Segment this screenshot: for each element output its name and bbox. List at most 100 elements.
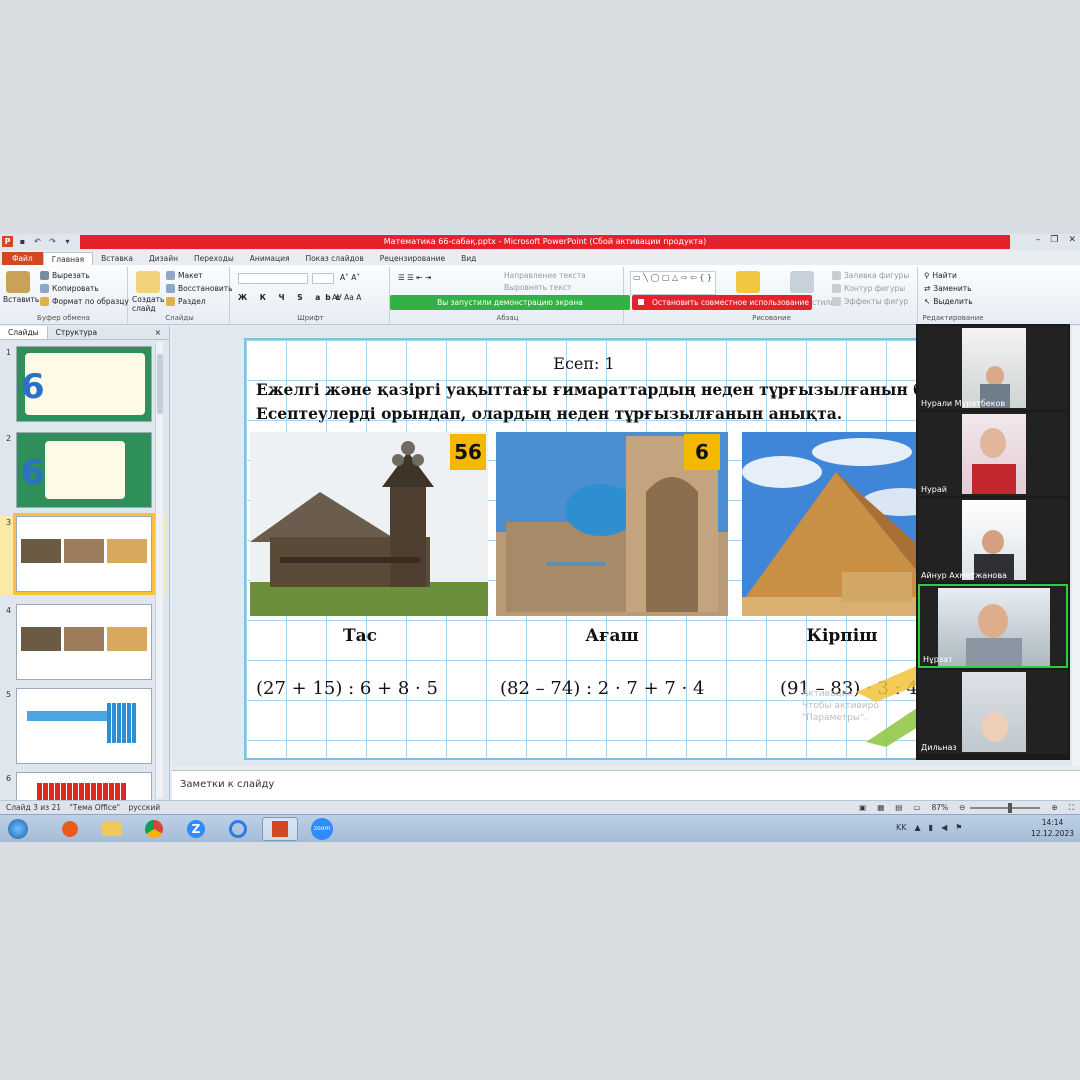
clock[interactable]: 14:14 12.12.2023 [1031, 817, 1074, 839]
tab-animation[interactable]: Анимация [242, 252, 298, 265]
tab-slides[interactable]: Слайды [0, 326, 48, 339]
notes-field[interactable]: Заметки к слайду [172, 770, 1080, 800]
thumbnail-image [16, 772, 152, 800]
customize-qat-icon[interactable]: ▾ [62, 236, 73, 247]
outline-icon [832, 284, 841, 293]
zoom-taskbar-icon[interactable]: Z [178, 817, 214, 841]
section-button[interactable]: Раздел [166, 297, 206, 306]
save-icon[interactable]: ▪ [17, 236, 28, 247]
sorter-view-icon[interactable]: ▦ [877, 801, 884, 814]
zoom-meeting-icon[interactable]: zoom [304, 817, 340, 841]
zoom-level[interactable]: 87% [931, 801, 948, 814]
clock-date: 12.12.2023 [1031, 829, 1074, 838]
participant-tile[interactable]: Нурали Мұратбеков [918, 326, 1068, 410]
tab-file[interactable]: Файл [2, 252, 43, 265]
participant-tile-active[interactable]: Нұрзат [918, 584, 1068, 668]
shapes-gallery[interactable]: ▭ ╲ ◯ ▢ △ ⇨ ⇦ { } [630, 271, 716, 295]
activation-watermark: Активация Чтобы активиро "Параметры". [802, 689, 879, 723]
fill-icon [832, 271, 841, 280]
select-button[interactable]: ↖ Выделить [924, 297, 973, 306]
shape-effects-button[interactable]: Эффекты фигур [832, 297, 908, 306]
tab-view[interactable]: Вид [453, 252, 484, 265]
slide-thumbnail-6[interactable]: 6 [0, 772, 165, 800]
tab-transitions[interactable]: Переходы [186, 252, 242, 265]
paragraph-group-label: Абзац [496, 314, 519, 322]
zoom-slider[interactable] [970, 802, 1041, 813]
font-size-select[interactable] [312, 273, 334, 284]
participant-tile[interactable]: Дильназ [918, 670, 1068, 754]
volume-icon[interactable]: ◀ [941, 823, 947, 832]
shape-fill-button[interactable]: Заливка фигуры [832, 271, 909, 280]
undo-icon[interactable]: ↶ [32, 236, 43, 247]
zoom-out-icon[interactable]: ⊖ [959, 801, 965, 814]
zoom-in-icon[interactable]: ⊕ [1051, 801, 1057, 814]
copy-button[interactable]: Копировать [40, 284, 99, 293]
tab-outline[interactable]: Структура [48, 326, 106, 339]
reading-view-icon[interactable]: ▤ [895, 801, 902, 814]
slideshow-view-icon[interactable]: ▭ [913, 801, 920, 814]
slide-thumbnail-2[interactable]: 2 6 [0, 432, 165, 512]
panel-scrollbar[interactable] [155, 342, 163, 798]
participant-tile[interactable]: Нурай [918, 412, 1068, 496]
start-button[interactable] [4, 817, 32, 841]
status-bar: Слайд 3 из 21 "Тема Office" русский ▣ ▦ … [0, 800, 1080, 814]
media-player-icon[interactable] [52, 817, 88, 841]
paste-button[interactable]: Вставить [3, 295, 39, 304]
thumbnail-image [16, 688, 152, 764]
slide-thumbnail-3[interactable]: 3 [0, 513, 165, 596]
paste-icon[interactable] [6, 271, 30, 293]
language[interactable]: русский [128, 803, 160, 812]
arrange-icon[interactable] [736, 271, 760, 293]
close-icon[interactable]: ✕ [1068, 235, 1076, 245]
chrome-icon[interactable] [136, 817, 172, 841]
tab-home[interactable]: Главная [42, 252, 94, 265]
font-color-icon[interactable]: AV Aa A [332, 293, 361, 302]
slide-scrollbar[interactable] [1072, 326, 1080, 766]
new-slide-icon[interactable] [136, 271, 160, 293]
cut-button[interactable]: Вырезать [40, 271, 90, 280]
slide-thumbnail-4[interactable]: 4 [0, 604, 165, 684]
quick-styles-icon[interactable] [790, 271, 814, 293]
ie-icon[interactable] [220, 817, 256, 841]
tray-up-icon[interactable]: ▲ [915, 823, 921, 832]
find-button[interactable]: ⚲ Найти [924, 271, 957, 280]
section-label: Раздел [178, 297, 206, 306]
explorer-icon[interactable] [94, 817, 130, 841]
reset-button[interactable]: Восстановить [166, 284, 233, 293]
powerpoint-icon[interactable]: P [2, 236, 13, 247]
current-slide[interactable]: Есеп: 1 Ежелгі және қазіргі уақыттағы ғи… [244, 338, 924, 760]
close-panel-icon[interactable]: × [147, 326, 169, 339]
text-direction-button[interactable]: Направление текста [504, 271, 586, 280]
grow-font-icon[interactable]: A˄ A˅ [340, 273, 360, 282]
card-caption: Кірпіш [806, 626, 878, 646]
minimize-icon[interactable]: – [1036, 235, 1041, 245]
tab-design[interactable]: Дизайн [141, 252, 186, 265]
slide-thumbnail-1[interactable]: 1 6 [0, 346, 165, 426]
font-family-select[interactable] [238, 273, 308, 284]
fit-slide-icon[interactable]: ⛶ [1069, 801, 1074, 814]
participant-tile[interactable]: Айнур Ахметжанова [918, 498, 1068, 582]
tab-review[interactable]: Рецензирование [372, 252, 453, 265]
format-painter-button[interactable]: Формат по образцу [40, 297, 129, 306]
new-slide-button[interactable]: Создать слайд [132, 295, 164, 313]
tab-slideshow[interactable]: Показ слайдов [297, 252, 371, 265]
slide-thumbnail-5[interactable]: 5 [0, 688, 165, 768]
stop-share-button[interactable]: Остановить совместное использование [632, 295, 812, 310]
language-indicator[interactable]: KK [896, 823, 907, 832]
bullets-icon[interactable]: ☰ ☰ ⇤ ⇥ [398, 273, 431, 282]
shape-outline-button[interactable]: Контур фигуры [832, 284, 905, 293]
redo-icon[interactable]: ↷ [47, 236, 58, 247]
layout-button[interactable]: Макет [166, 271, 203, 280]
participant-video [962, 414, 1026, 494]
network-icon[interactable]: ▮ [929, 823, 933, 832]
tab-insert[interactable]: Вставка [93, 252, 141, 265]
powerpoint-taskbar-icon[interactable] [262, 817, 298, 841]
font-format-buttons[interactable]: Ж К Ч S abc [238, 293, 345, 302]
restore-icon[interactable]: ❐ [1050, 235, 1058, 245]
replace-button[interactable]: ⇄ Заменить [924, 284, 972, 293]
align-text-button[interactable]: Выровнять текст [504, 283, 571, 292]
theme-name[interactable]: "Тема Office" [69, 803, 120, 812]
flag-icon[interactable]: ⚑ [955, 823, 962, 832]
title-bar: P ▪ ↶ ↷ ▾ Математика 66-сабақ.pptx - Mic… [0, 234, 1080, 250]
normal-view-icon[interactable]: ▣ [859, 801, 866, 814]
